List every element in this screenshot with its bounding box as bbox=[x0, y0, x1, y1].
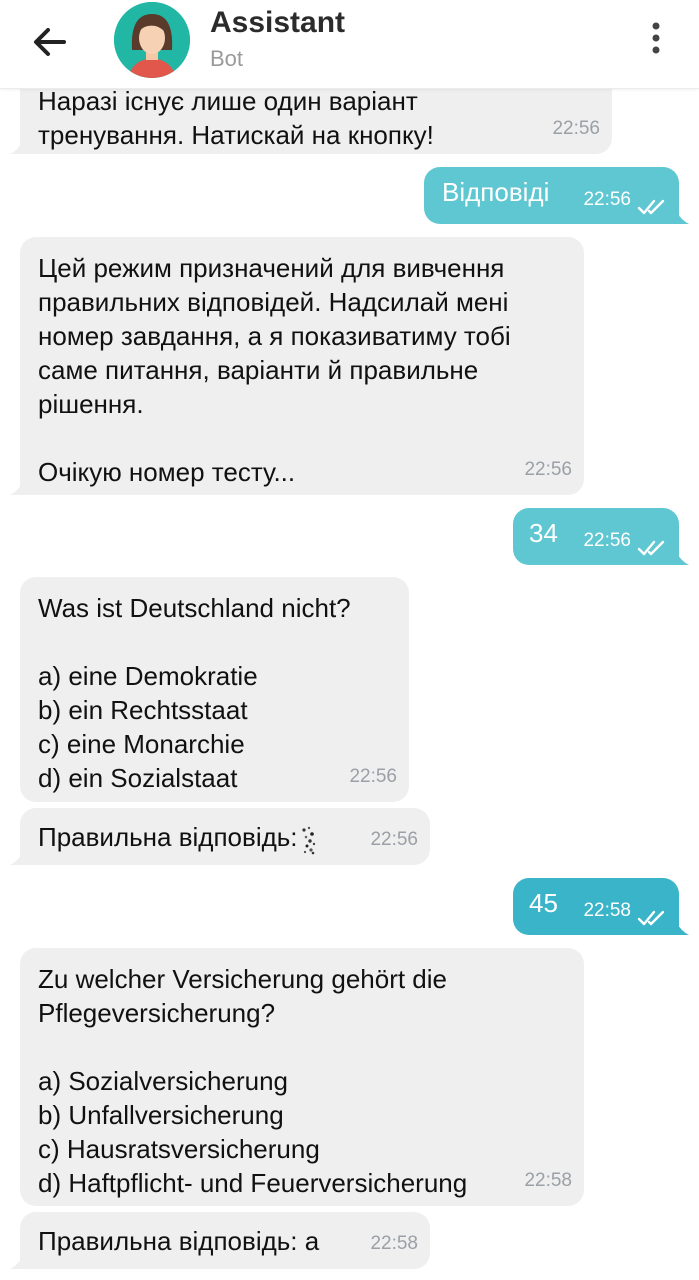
message-incoming[interactable]: Was ist Deutschland nicht? a) eine Demok… bbox=[20, 577, 409, 802]
message-outgoing[interactable]: 34 22:56 bbox=[513, 508, 689, 565]
message-text: Правильна відповідь: a bbox=[38, 1226, 320, 1256]
message-time: 22:58 bbox=[524, 1170, 572, 1191]
message-time: 22:56 bbox=[583, 530, 631, 551]
message-time: 22:58 bbox=[370, 1233, 418, 1254]
hidden-spoiler-icon[interactable] bbox=[298, 822, 320, 856]
double-check-icon bbox=[637, 540, 665, 556]
message-outgoing[interactable]: 45 22:58 bbox=[513, 878, 689, 935]
chat-subtitle: Bot bbox=[210, 46, 244, 71]
message-text: Правильна відповідь: bbox=[38, 822, 298, 852]
woman-avatar-icon bbox=[114, 2, 190, 78]
message-text: Цей режим призначений для вивчення прави… bbox=[38, 253, 511, 487]
more-vertical-icon bbox=[652, 22, 660, 54]
double-check-icon bbox=[637, 199, 665, 215]
chat-header: Assistant Bot bbox=[0, 0, 699, 89]
message-time: 22:56 bbox=[583, 189, 631, 210]
message-incoming[interactable]: Правильна відповідь: a 22:58 bbox=[10, 1212, 430, 1269]
back-button[interactable] bbox=[28, 20, 72, 64]
message-time: 22:56 bbox=[349, 766, 397, 787]
message-outgoing[interactable]: Відповіді 22:56 bbox=[424, 167, 689, 224]
message-incoming[interactable]: Правильна відповідь: 22:56 bbox=[10, 808, 430, 865]
message-time: 22:58 bbox=[583, 900, 631, 921]
double-check-icon bbox=[637, 910, 665, 926]
message-incoming[interactable]: Zu welcher Versicherung gehört die Pfleg… bbox=[20, 948, 584, 1206]
message-time: 22:56 bbox=[370, 829, 418, 850]
more-menu-button[interactable] bbox=[640, 18, 672, 58]
avatar[interactable] bbox=[114, 2, 190, 78]
arrow-left-icon bbox=[34, 28, 66, 56]
chat-title: Assistant bbox=[210, 6, 346, 39]
message-text: Zu welcher Versicherung gehört die Pfleg… bbox=[38, 964, 468, 1198]
message-text: Was ist Deutschland nicht? a) eine Demok… bbox=[38, 593, 351, 793]
message-time: 22:56 bbox=[524, 459, 572, 480]
message-text: Наразі існує лише один варіант тренуванн… bbox=[38, 86, 434, 150]
message-time: 22:56 bbox=[552, 118, 600, 139]
message-incoming[interactable]: Цей режим призначений для вивчення прави… bbox=[10, 237, 584, 495]
